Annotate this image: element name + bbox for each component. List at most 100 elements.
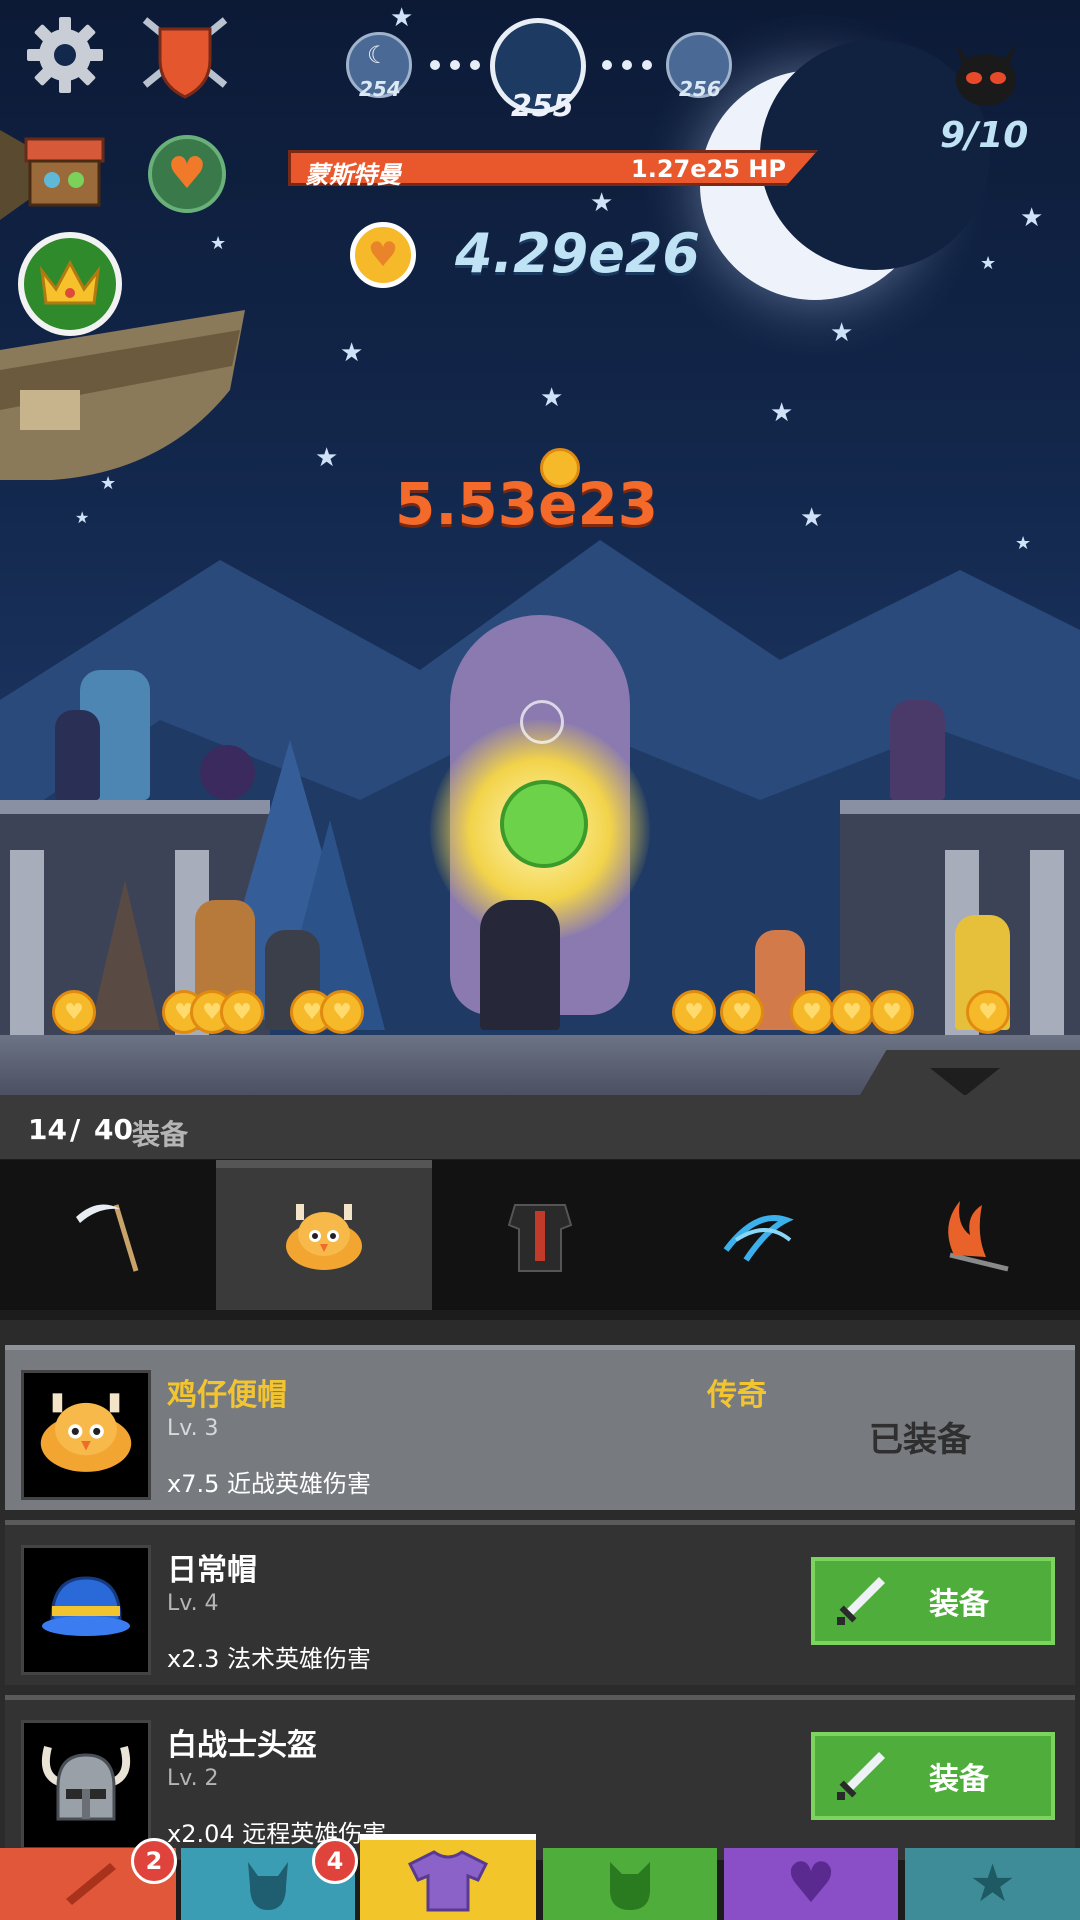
- item-level: Lv. 3: [167, 1416, 219, 1441]
- item-thumbnail: [21, 1545, 151, 1675]
- hero-reaper[interactable]: [480, 900, 560, 1030]
- settings-button[interactable]: [25, 15, 105, 95]
- equip-button[interactable]: 装备: [811, 1557, 1055, 1645]
- bottom-nav: 2 4 ♥ ★: [0, 1834, 1080, 1920]
- equipment-list[interactable]: 鸡仔便帽 Lv. 3 x7.5 近战英雄伤害 传奇 已装备 日常帽 Lv. 4 …: [0, 1320, 1080, 1860]
- stage-dot: [602, 60, 612, 70]
- equip-button[interactable]: 装备: [811, 1732, 1055, 1820]
- stage-prev-number: 254: [359, 77, 401, 101]
- crest-shield-icon: [142, 17, 228, 99]
- fire-sword-icon: [948, 1201, 1009, 1272]
- nav-relics[interactable]: ♥: [724, 1848, 898, 1920]
- item-effect: x2.04 远程英雄伤害: [167, 1820, 387, 1848]
- nav-achievements[interactable]: ★: [905, 1848, 1080, 1920]
- star-decor: ★: [770, 398, 794, 428]
- item-name: 白战士头盔: [167, 1728, 317, 1763]
- tab-wind[interactable]: [648, 1160, 864, 1310]
- boss-name: 蒙斯特曼: [305, 161, 401, 189]
- item-level: Lv. 4: [167, 1591, 219, 1616]
- item-thumbnail: [21, 1720, 151, 1850]
- stage-dot: [450, 60, 460, 70]
- equipment-item[interactable]: 白战士头盔 Lv. 2 x2.04 远程英雄伤害 装备: [5, 1695, 1075, 1860]
- star-icon: ★: [969, 1854, 1016, 1914]
- boss-wave-indicator: [950, 40, 1022, 108]
- equipment-item[interactable]: 鸡仔便帽 Lv. 3 x7.5 近战英雄伤害 传奇 已装备: [5, 1345, 1075, 1510]
- item-thumbnail: [21, 1370, 151, 1500]
- dropped-coin[interactable]: ♥: [220, 990, 264, 1034]
- poison-orb-effect: [500, 780, 588, 868]
- equipment-item[interactable]: 日常帽 Lv. 4 x2.3 法术英雄伤害 装备: [5, 1520, 1075, 1685]
- dropped-coin[interactable]: ♥: [320, 990, 364, 1034]
- dropped-coin[interactable]: ♥: [790, 990, 834, 1034]
- gold-coin-icon: ♥: [350, 222, 416, 288]
- item-rarity: 传奇: [707, 1378, 767, 1413]
- equipment-category-tabs: [0, 1160, 1080, 1310]
- item-effect: x2.3 法术英雄伤害: [167, 1645, 371, 1673]
- tab-fire-sword[interactable]: [864, 1160, 1080, 1310]
- dropped-coin[interactable]: ♥: [672, 990, 716, 1034]
- equipment-header: 14 / 40 装备: [0, 1095, 1080, 1159]
- chick-hat-icon: [40, 1393, 132, 1472]
- dropped-coin[interactable]: ♥: [830, 990, 874, 1034]
- shop-chest-icon: [24, 137, 105, 207]
- equip-count-owned: 14: [28, 1113, 67, 1146]
- hero-ninja[interactable]: [200, 745, 255, 800]
- equipped-status: 已装备: [869, 1420, 971, 1460]
- tab-weapons[interactable]: [0, 1160, 216, 1310]
- sword-icon: [837, 1577, 885, 1625]
- pillar-decor: [10, 850, 44, 1035]
- star-decor: ★: [590, 188, 614, 218]
- damage-popup: 5.53e23: [395, 470, 659, 538]
- equip-count-separator: /: [70, 1113, 81, 1146]
- gear-icon: [27, 17, 103, 93]
- stage-current-node: 255: [490, 18, 586, 124]
- star-decor: ★: [830, 318, 854, 348]
- dropped-coin[interactable]: ♥: [52, 990, 96, 1034]
- equip-count-label: 装备: [132, 1118, 189, 1151]
- stage-next-node: 256: [666, 32, 732, 101]
- viking-helmet-icon: [41, 1745, 131, 1821]
- heart-icon: ♥: [785, 1851, 837, 1916]
- star-decor: ★: [1020, 203, 1044, 233]
- stage-dot: [430, 60, 440, 70]
- heart-globe-button[interactable]: ♥: [148, 135, 226, 213]
- dropped-coin[interactable]: ♥: [870, 990, 914, 1034]
- nav-badge: 4: [312, 1838, 358, 1884]
- crown-icon: [39, 259, 101, 305]
- stage-dot: [642, 60, 652, 70]
- star-decor: ★: [340, 338, 364, 368]
- equip-button-label: 装备: [929, 1762, 989, 1797]
- star-decor: ★: [980, 253, 997, 274]
- dropped-coin[interactable]: ♥: [720, 990, 764, 1034]
- heart-coin-icon: ♥: [367, 235, 399, 275]
- stage-dot: [470, 60, 480, 70]
- item-name: 鸡仔便帽: [167, 1378, 287, 1413]
- target-reticle: [520, 700, 564, 744]
- armor-icon: [507, 1204, 573, 1272]
- hero-icon: [248, 1862, 288, 1910]
- guild-button[interactable]: [140, 15, 230, 100]
- star-decor: ★: [315, 443, 339, 473]
- equip-button-label: 装备: [929, 1587, 989, 1622]
- nav-equipment[interactable]: [360, 1834, 536, 1920]
- battle-scene[interactable]: ★ ★ ★ ★ ★ ★ ★ ★ ★ ★ ★ ★ ★ ★ ★: [0, 0, 1080, 1095]
- sword-icon: [837, 1752, 885, 1800]
- tab-hats[interactable]: [216, 1160, 432, 1310]
- scythe-icon: [76, 1204, 139, 1272]
- tab-armor[interactable]: [432, 1160, 648, 1310]
- blue-cap-icon: [42, 1576, 130, 1636]
- hero-swordsman[interactable]: [55, 710, 100, 800]
- equip-count-total: 40: [94, 1113, 133, 1146]
- hero-archer-girl[interactable]: [890, 700, 945, 800]
- nav-pets[interactable]: [543, 1848, 717, 1920]
- chick-hat-icon: [286, 1204, 362, 1270]
- blue-wind-icon: [723, 1215, 794, 1262]
- chevron-down-icon[interactable]: [930, 1068, 1000, 1095]
- crown-button[interactable]: [18, 232, 122, 336]
- item-effect: x7.5 近战英雄伤害: [167, 1470, 371, 1498]
- dropped-coin[interactable]: ♥: [966, 990, 1010, 1034]
- shop-button[interactable]: [22, 135, 107, 210]
- boss-hp-bar: 蒙斯特曼 1.27e25 HP: [288, 150, 818, 186]
- shirt-icon: [408, 1850, 488, 1912]
- item-level: Lv. 2: [167, 1766, 219, 1791]
